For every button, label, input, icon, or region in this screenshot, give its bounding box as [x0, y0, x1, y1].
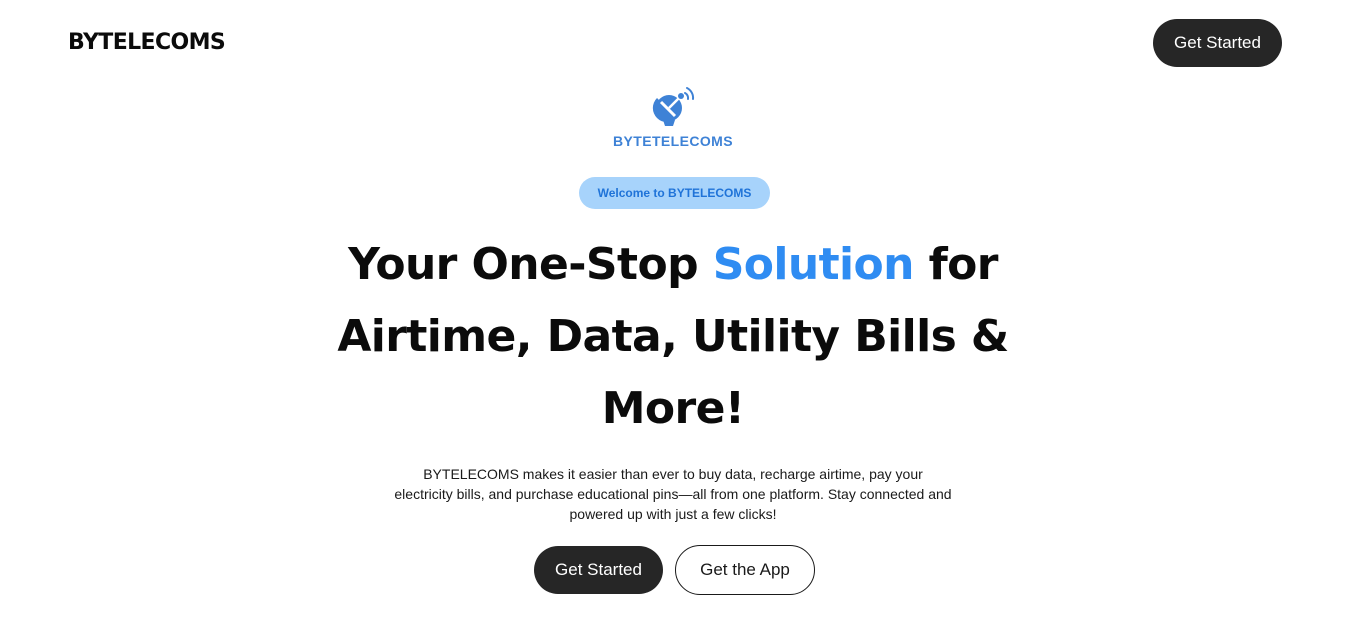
- landing-page: BYTELECOMS Get Started BYTETELECOMS Welc…: [0, 0, 1346, 641]
- brand-wordmark[interactable]: BYTELECOMS: [68, 29, 226, 57]
- hero-description: BYTELECOMS makes it easier than ever to …: [394, 466, 952, 522]
- headline-accent: Solution: [712, 239, 915, 290]
- welcome-badge: Welcome to BYTELECOMS: [579, 177, 770, 209]
- get-the-app-button[interactable]: Get the App: [675, 545, 815, 595]
- logo-wordmark: BYTETELECOMS: [613, 133, 733, 149]
- nav-get-started-button[interactable]: Get Started: [1153, 19, 1282, 67]
- hero-headline: Your One-Stop Solution for Airtime, Data…: [323, 229, 1023, 445]
- satellite-dish-icon: [652, 87, 694, 126]
- headline-text-start: Your One-Stop: [348, 239, 713, 290]
- hero-get-started-button[interactable]: Get Started: [534, 546, 663, 594]
- hero-logo: BYTETELECOMS: [0, 84, 1346, 149]
